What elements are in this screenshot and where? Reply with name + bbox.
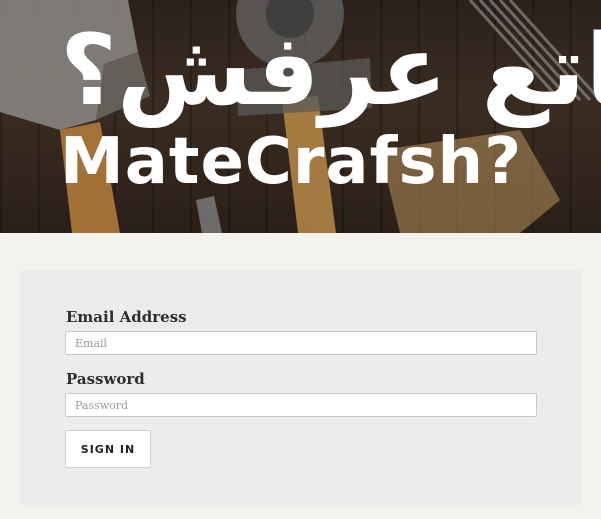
password-field[interactable]: [65, 393, 537, 417]
password-label: Password: [66, 370, 145, 388]
logo-arabic-text: ماتع عرفش؟: [60, 14, 601, 128]
site-logo[interactable]: ماتع عرفش؟ MateCrafsh?: [0, 0, 601, 233]
email-field[interactable]: [65, 331, 537, 355]
email-label: Email Address: [66, 308, 187, 326]
logo-latin-text: MateCrafsh?: [60, 125, 523, 199]
login-form: Email Address Password SIGN IN: [20, 270, 582, 505]
header-banner: ماتع عرفش؟ MateCrafsh?: [0, 0, 601, 233]
sign-in-button[interactable]: SIGN IN: [65, 430, 151, 468]
